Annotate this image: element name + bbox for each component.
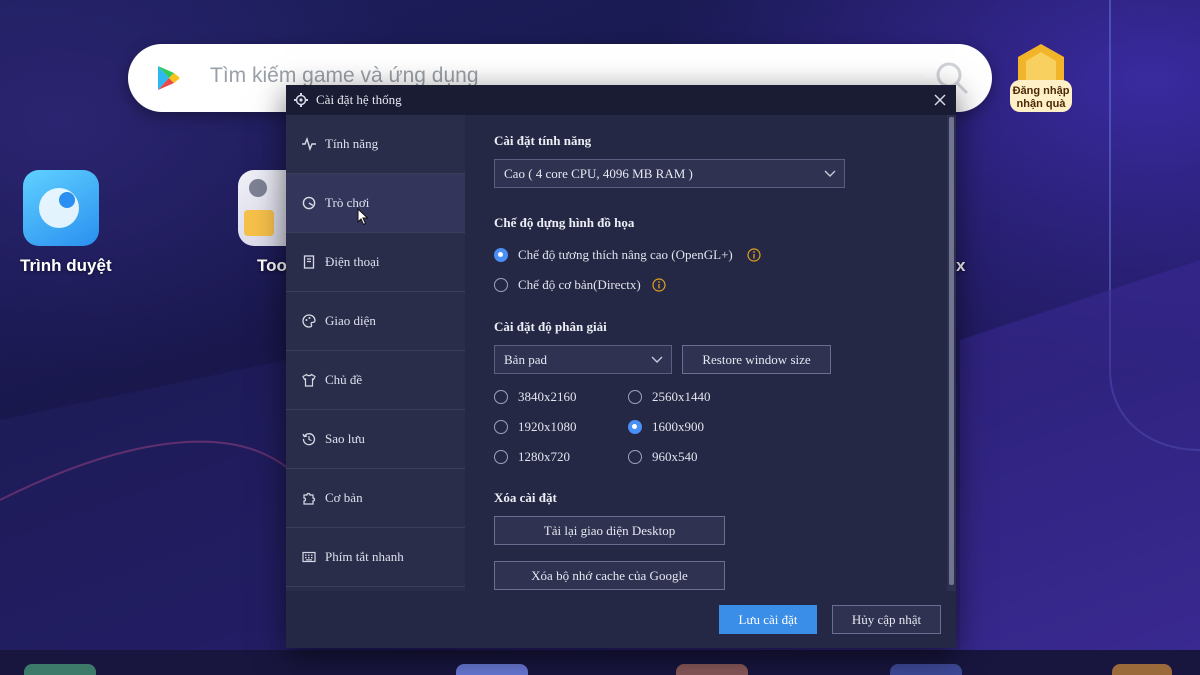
graphics-option-directx[interactable]: Chế độ cơ bản(Directx) bbox=[494, 275, 694, 295]
settings-sidebar: Tính năng Trò chơi Điện thoại Giao diện bbox=[286, 115, 465, 591]
resolution-preset-select[interactable]: Bản pad bbox=[494, 345, 672, 374]
graphics-section-title: Chế độ dựng hình đồ họa bbox=[494, 215, 635, 230]
dialog-footer: Lưu cài đặt Hủy cập nhật bbox=[286, 591, 956, 648]
resolution-option[interactable]: 960x540 bbox=[628, 447, 738, 467]
restore-window-size-button[interactable]: Restore window size bbox=[682, 345, 831, 374]
tools-icon bbox=[244, 179, 274, 236]
backup-icon bbox=[302, 433, 316, 446]
radio-label: Chế độ tương thích nâng cao (OpenGL+) bbox=[518, 247, 733, 262]
resolution-option[interactable]: 2560x1440 bbox=[628, 387, 738, 407]
sidebar-item-label: Sao lưu bbox=[325, 431, 365, 446]
tool-app-icon[interactable] bbox=[238, 170, 288, 246]
resolution-section-title: Cài đặt độ phân giải bbox=[494, 319, 607, 334]
resolution-select-value: Bản pad bbox=[504, 352, 547, 367]
performance-select[interactable]: Cao ( 4 core CPU, 4096 MB RAM ) bbox=[494, 159, 845, 188]
play-store-icon bbox=[158, 66, 180, 90]
sidebar-item-games[interactable]: Trò chơi bbox=[286, 174, 465, 233]
dialog-titlebar[interactable]: Cài đặt hệ thống bbox=[286, 85, 956, 115]
scrollbar-thumb[interactable] bbox=[949, 117, 954, 585]
sidebar-item-performance[interactable]: Tính năng bbox=[286, 115, 465, 174]
radio-label: 1920x1080 bbox=[518, 419, 577, 434]
radio-label: 3840x2160 bbox=[518, 389, 577, 404]
game-icon bbox=[302, 196, 316, 210]
dock-app-thumbnail[interactable] bbox=[456, 664, 528, 675]
sidebar-item-shortcuts[interactable]: Phím tắt nhanh bbox=[286, 528, 465, 587]
resolution-option[interactable]: 1920x1080 bbox=[494, 417, 604, 437]
close-icon[interactable] bbox=[932, 92, 948, 108]
gift-label-line2: nhận quà bbox=[1016, 98, 1066, 110]
browser-app-label[interactable]: Trình duyệt bbox=[20, 256, 112, 276]
sidebar-item-label: Giao diện bbox=[325, 313, 376, 328]
radio-label: 2560x1440 bbox=[652, 389, 711, 404]
settings-content: Cài đặt tính năng Cao ( 4 core CPU, 4096… bbox=[465, 115, 956, 591]
resolution-option[interactable]: 1600x900 bbox=[628, 417, 738, 437]
login-reward-label[interactable]: Đăng nhập nhận quà bbox=[1004, 85, 1078, 111]
radio-label: 1280x720 bbox=[518, 449, 570, 464]
resolution-option[interactable]: 1280x720 bbox=[494, 447, 604, 467]
info-icon[interactable] bbox=[652, 278, 666, 292]
dock-app-thumbnail[interactable] bbox=[24, 664, 96, 675]
sidebar-item-basic[interactable]: Cơ bản bbox=[286, 469, 465, 528]
mouse-cursor-icon bbox=[357, 208, 369, 226]
dock-bar bbox=[0, 650, 1200, 675]
sidebar-item-label: Tính năng bbox=[325, 136, 379, 151]
dock-app-thumbnail[interactable] bbox=[676, 664, 748, 675]
sidebar-item-label: Chủ đề bbox=[325, 372, 363, 387]
info-icon[interactable] bbox=[747, 248, 761, 262]
chevron-down-icon bbox=[824, 170, 836, 177]
clear-section-title: Xóa cài đặt bbox=[494, 490, 557, 505]
sidebar-item-phone[interactable]: Điện thoại bbox=[286, 233, 465, 292]
content-scrollbar[interactable] bbox=[947, 115, 956, 591]
gift-label-line1: Đăng nhập bbox=[1012, 85, 1070, 97]
graphics-option-opengl[interactable]: Chế độ tương thích nâng cao (OpenGL+) bbox=[494, 245, 774, 265]
partial-app-label: x bbox=[956, 256, 966, 275]
radio-button-checked[interactable] bbox=[628, 420, 642, 434]
save-settings-button[interactable]: Lưu cài đặt bbox=[719, 605, 817, 634]
shirt-icon bbox=[302, 373, 316, 387]
sidebar-item-label: Phím tắt nhanh bbox=[325, 549, 404, 564]
radio-label: 1600x900 bbox=[652, 419, 704, 434]
chevron-down-icon bbox=[651, 356, 663, 363]
palette-icon bbox=[302, 314, 316, 328]
performance-icon bbox=[302, 137, 316, 151]
browser-app-icon[interactable] bbox=[23, 170, 99, 246]
gear-icon bbox=[294, 93, 308, 107]
dock-app-thumbnail[interactable] bbox=[1112, 664, 1172, 675]
system-settings-dialog: Cài đặt hệ thống Tính năng Trò chơi Điện… bbox=[286, 85, 956, 648]
radio-button[interactable] bbox=[494, 390, 508, 404]
sidebar-item-label: Điện thoại bbox=[325, 254, 380, 269]
dock-app-thumbnail[interactable] bbox=[890, 664, 962, 675]
sidebar-item-label: Cơ bản bbox=[325, 490, 363, 505]
sidebar-item-backup[interactable]: Sao lưu bbox=[286, 410, 465, 469]
browser-icon bbox=[39, 188, 79, 228]
radio-button-checked[interactable] bbox=[494, 248, 508, 262]
cancel-update-button[interactable]: Hủy cập nhật bbox=[832, 605, 941, 634]
radio-button[interactable] bbox=[628, 450, 642, 464]
dialog-title: Cài đặt hệ thống bbox=[316, 92, 402, 107]
radio-button[interactable] bbox=[494, 420, 508, 434]
radio-button[interactable] bbox=[628, 390, 642, 404]
performance-section-title: Cài đặt tính năng bbox=[494, 133, 592, 148]
sidebar-item-interface[interactable]: Giao diện bbox=[286, 292, 465, 351]
keyboard-icon bbox=[302, 551, 316, 563]
radio-label: Chế độ cơ bản(Directx) bbox=[518, 277, 641, 292]
puzzle-icon bbox=[303, 492, 316, 505]
reload-desktop-button[interactable]: Tải lại giao diện Desktop bbox=[494, 516, 725, 545]
radio-button[interactable] bbox=[494, 278, 508, 292]
performance-select-value: Cao ( 4 core CPU, 4096 MB RAM ) bbox=[504, 166, 693, 181]
clear-google-cache-button[interactable]: Xóa bộ nhớ cache của Google bbox=[494, 561, 725, 590]
sidebar-item-themes[interactable]: Chủ đề bbox=[286, 351, 465, 410]
resolution-option[interactable]: 3840x2160 bbox=[494, 387, 604, 407]
phone-icon bbox=[303, 255, 315, 269]
radio-button[interactable] bbox=[494, 450, 508, 464]
radio-label: 960x540 bbox=[652, 449, 698, 464]
